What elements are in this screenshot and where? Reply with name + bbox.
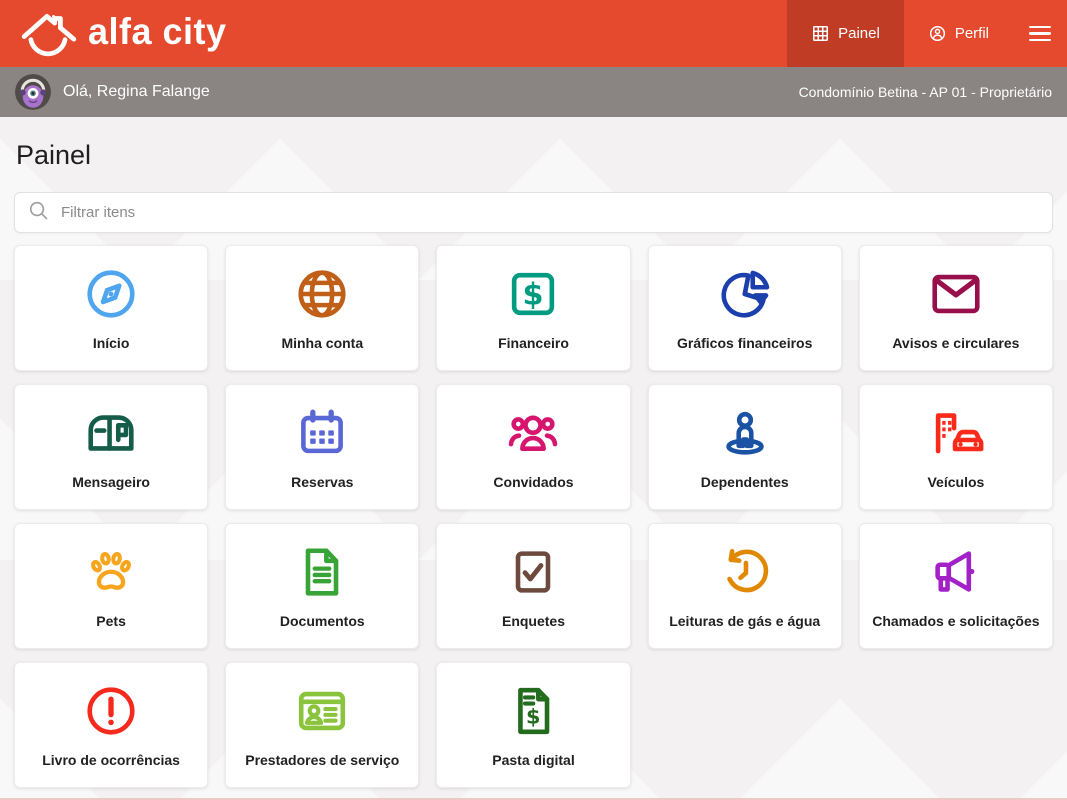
search-icon [27, 199, 50, 227]
card-reservas[interactable]: Reservas [225, 384, 420, 510]
invoice-dollar-icon: $ [504, 682, 562, 740]
paw-icon [82, 543, 140, 601]
building-car-icon [927, 404, 985, 462]
card-avisos-e-circulares[interactable]: Avisos e circulares [858, 245, 1053, 371]
filter-search-box [14, 192, 1053, 233]
card-financeiro[interactable]: $ Financeiro [436, 245, 631, 371]
megaphone-icon [927, 543, 985, 601]
compass-icon [82, 265, 140, 323]
card-label: Convidados [493, 474, 574, 490]
card-label: Leituras de gás e água [669, 613, 821, 629]
globe-icon [293, 265, 351, 323]
condo-context-text: Condomínio Betina - AP 01 - Proprietário [798, 84, 1052, 100]
app-header: alfa city Painel Perfil [0, 0, 1067, 67]
card-inicio[interactable]: Início [14, 245, 209, 371]
hamburger-menu-button[interactable] [1013, 0, 1067, 67]
person-location-icon [716, 404, 774, 462]
history-clock-icon [716, 543, 774, 601]
filter-input[interactable] [61, 204, 1040, 221]
person-circle-icon [928, 24, 947, 43]
card-label: Financeiro [498, 335, 569, 351]
card-label: Chamados e solicitações [872, 613, 1040, 629]
card-mensageiro[interactable]: Mensageiro [14, 384, 209, 510]
tab-painel[interactable]: Painel [787, 0, 904, 67]
card-label: Mensageiro [72, 474, 150, 490]
people-group-icon [504, 404, 562, 462]
avatar [15, 74, 51, 110]
header-nav: Painel Perfil [787, 0, 1067, 67]
document-icon [293, 543, 351, 601]
svg-text:$: $ [523, 278, 544, 313]
card-label: Início [92, 335, 130, 351]
mailbox-icon [82, 404, 140, 462]
brand-logo: alfa city [0, 0, 227, 67]
checkbox-icon [504, 543, 562, 601]
card-label: Avisos e circulares [892, 335, 1020, 351]
card-chamados-e-solicitacoes[interactable]: Chamados e solicitações [858, 523, 1053, 649]
card-convidados[interactable]: Convidados [436, 384, 631, 510]
card-leituras-de-gas-e-agua[interactable]: Leituras de gás e água [647, 523, 842, 649]
card-graficos-financeiros[interactable]: Gráficos financeiros [647, 245, 842, 371]
card-label: Dependentes [700, 474, 789, 490]
calendar-icon [293, 404, 351, 462]
main-content: Painel Início Minha conta $ Financeiro G… [0, 140, 1067, 788]
hamburger-icon [1029, 25, 1051, 42]
user-info: Olá, Regina Falange [15, 74, 210, 110]
card-minha-conta[interactable]: Minha conta [225, 245, 420, 371]
pie-chart-icon [716, 265, 774, 323]
page-title: Painel [16, 140, 92, 170]
card-label: Pets [96, 613, 126, 629]
grid-icon [811, 24, 830, 43]
tab-perfil-label: Perfil [954, 25, 989, 42]
greeting-text: Olá, Regina Falange [63, 83, 210, 100]
card-enquetes[interactable]: Enquetes [436, 523, 631, 649]
card-livro-de-ocorrencias[interactable]: Livro de ocorrências [14, 662, 209, 788]
card-label: Prestadores de serviço [245, 752, 400, 768]
card-label: Pasta digital [492, 752, 575, 768]
card-pets[interactable]: Pets [14, 523, 209, 649]
card-veiculos[interactable]: Veículos [858, 384, 1053, 510]
svg-text:$: $ [526, 705, 540, 729]
card-label: Veículos [927, 474, 985, 490]
card-label: Enquetes [501, 613, 565, 629]
id-card-icon [293, 682, 351, 740]
card-label: Gráficos financeiros [677, 335, 813, 351]
tab-perfil[interactable]: Perfil [904, 0, 1013, 67]
card-documentos[interactable]: Documentos [225, 523, 420, 649]
card-label: Livro de ocorrências [42, 752, 180, 768]
card-label: Minha conta [281, 335, 364, 351]
dollar-square-icon: $ [504, 265, 562, 323]
alert-circle-icon [82, 682, 140, 740]
sub-header: Olá, Regina Falange Condomínio Betina - … [0, 67, 1067, 117]
card-label: Reservas [291, 474, 354, 490]
brand-name: alfa city [88, 10, 227, 52]
cards-grid: Início Minha conta $ Financeiro Gráficos… [14, 245, 1053, 788]
tab-painel-label: Painel [838, 25, 880, 42]
card-prestadores-de-servico[interactable]: Prestadores de serviço [225, 662, 420, 788]
envelope-icon [927, 265, 985, 323]
card-dependentes[interactable]: Dependentes [647, 384, 842, 510]
card-label: Documentos [279, 613, 365, 629]
card-pasta-digital[interactable]: $ Pasta digital [436, 662, 631, 788]
house-logo-icon [20, 9, 78, 59]
